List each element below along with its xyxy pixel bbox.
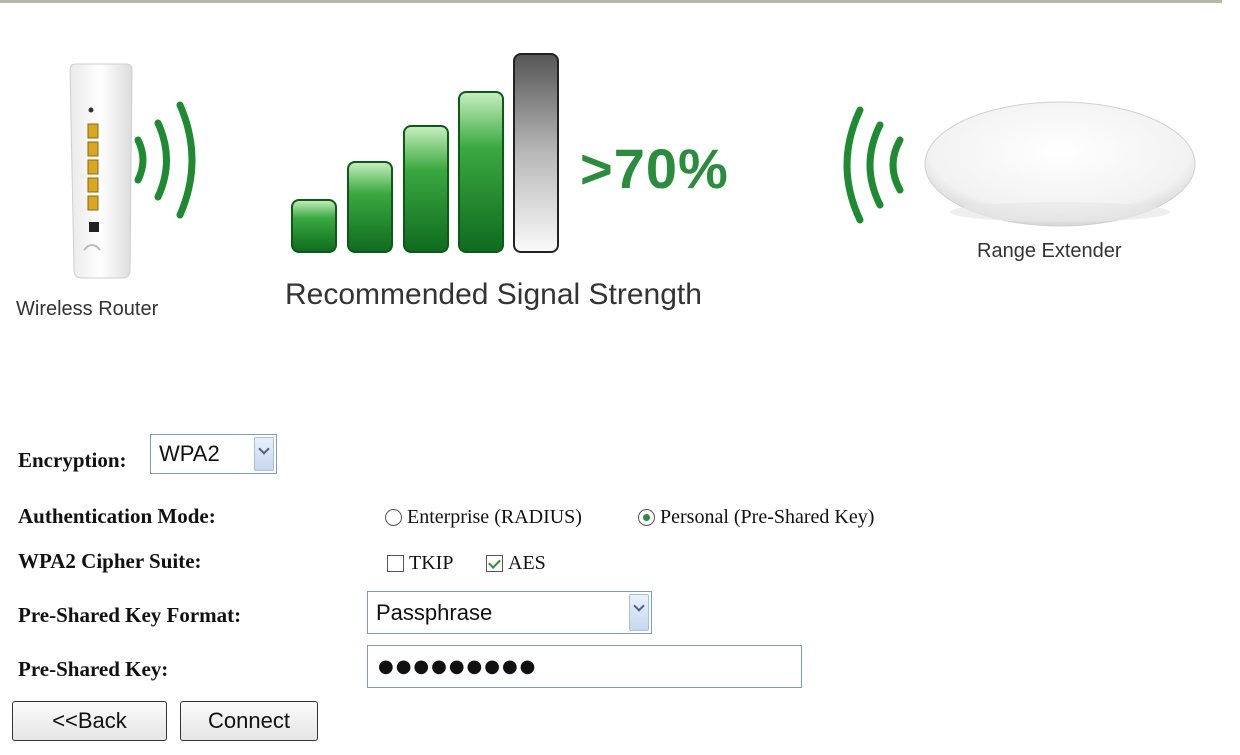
extender-waves-icon	[843, 106, 904, 224]
radio-personal[interactable]	[638, 509, 655, 526]
connect-button[interactable]: Connect	[180, 701, 318, 741]
radio-enterprise-label: Enterprise (RADIUS)	[407, 506, 582, 528]
psk-format-label: Pre-Shared Key Format:	[18, 603, 242, 627]
psk-input[interactable]: ●●●●●●●●●	[367, 645, 802, 688]
signal-strength-label: Recommended Signal Strength	[285, 278, 702, 311]
back-button[interactable]: <<Back	[12, 701, 167, 741]
encryption-value: WPA2	[159, 441, 220, 466]
psk-format-value: Passphrase	[376, 599, 493, 625]
checkbox-aes[interactable]	[486, 555, 503, 572]
checkbox-aes-label: AES	[508, 552, 546, 574]
encryption-label: Encryption:	[18, 448, 127, 472]
chevron-down-icon[interactable]	[254, 437, 274, 471]
signal-bar-5	[513, 53, 559, 253]
radio-enterprise[interactable]	[385, 509, 402, 526]
checkbox-tkip[interactable]	[387, 555, 404, 572]
signal-bar-3	[403, 125, 449, 253]
signal-strength-bars	[291, 53, 559, 253]
checkbox-tkip-label: TKIP	[409, 552, 454, 574]
signal-bar-4	[458, 91, 504, 253]
chevron-down-icon[interactable]	[629, 594, 649, 631]
encryption-select[interactable]: WPA2	[150, 434, 277, 474]
extender-label: Range Extender	[977, 240, 1122, 262]
psk-label: Pre-Shared Key:	[18, 657, 169, 681]
signal-bar-1	[291, 199, 337, 253]
auth-mode-label: Authentication Mode:	[18, 504, 216, 528]
signal-percent: >70%	[580, 137, 729, 200]
psk-format-select[interactable]: Passphrase	[367, 591, 652, 634]
radio-personal-label: Personal (Pre-Shared Key)	[660, 506, 875, 528]
router-label: Wireless Router	[16, 298, 159, 320]
signal-bar-2	[347, 161, 393, 253]
cipher-suite-label: WPA2 Cipher Suite:	[18, 549, 202, 573]
range-extender-icon	[924, 101, 1196, 227]
